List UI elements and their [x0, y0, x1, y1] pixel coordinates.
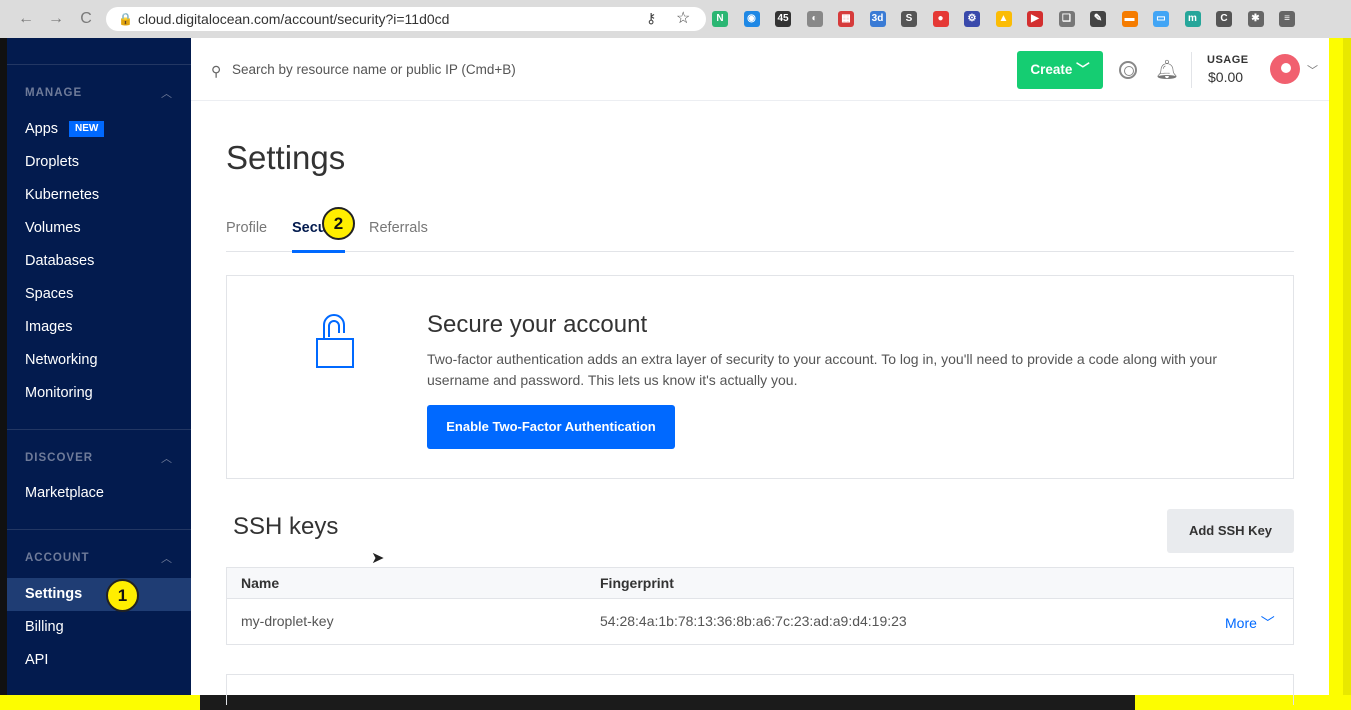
chevron-up-icon[interactable]: ︿ — [161, 550, 172, 566]
extension-icon[interactable]: 45 — [775, 11, 791, 27]
secure-account-card: Secure your account Two-factor authentic… — [226, 275, 1294, 479]
mouse-cursor-icon: ➤ — [371, 550, 385, 567]
extension-icon[interactable]: ● — [932, 11, 949, 27]
extension-icon[interactable]: N — [712, 11, 728, 27]
chevron-down-icon: ﹀ — [1260, 615, 1275, 631]
more-label: More — [1225, 615, 1257, 631]
frame-right-edge-shade — [1343, 38, 1351, 710]
table-header: Name Fingerprint — [227, 568, 1293, 599]
extension-icon[interactable]: 3d — [869, 11, 886, 27]
column-header-name: Name — [241, 575, 280, 591]
extension-icon[interactable]: ≡ — [1279, 11, 1295, 27]
address-bar[interactable]: 🔒 cloud.digitalocean.com/account/securit… — [106, 7, 706, 31]
tab-profile[interactable]: Profile — [226, 220, 267, 236]
extension-icon[interactable]: ❏ — [1058, 11, 1075, 27]
active-tab-indicator — [292, 250, 345, 253]
chevron-down-icon: ﹀ — [1076, 62, 1090, 77]
frame-left-edge — [0, 38, 7, 698]
extension-icon[interactable]: m — [1184, 11, 1201, 27]
sidebar-item-images[interactable]: Images — [25, 319, 73, 335]
lock-icon: 🔒 — [118, 12, 133, 26]
usage-value: $0.00 — [1208, 69, 1244, 85]
main-content: ⚲ Search by resource name or public IP (… — [191, 38, 1329, 705]
enable-2fa-button[interactable]: Enable Two-Factor Authentication — [427, 405, 675, 449]
next-section-card — [226, 674, 1294, 705]
create-button-label: Create — [1030, 62, 1073, 77]
extension-icon[interactable]: ▭ — [1153, 11, 1169, 27]
create-button[interactable]: Create ﹀ — [1017, 51, 1103, 89]
sidebar-item-droplets[interactable]: Droplets — [25, 154, 79, 170]
browser-toolbar: ← → C 🔒 cloud.digitalocean.com/account/s… — [0, 0, 1351, 38]
column-header-fingerprint: Fingerprint — [600, 575, 674, 591]
extension-icon[interactable]: ✎ — [1090, 11, 1106, 27]
sidebar-section-account: ACCOUNT — [25, 552, 90, 564]
ssh-key-name: my-droplet-key — [241, 613, 334, 629]
search-input[interactable]: Search by resource name or public IP (Cm… — [232, 62, 516, 77]
back-icon[interactable]: ← — [16, 9, 36, 29]
header-divider — [1191, 52, 1192, 88]
sidebar-item-apps[interactable]: Apps — [25, 121, 58, 137]
ssh-key-fingerprint: 54:28:4a:1b:78:13:36:8b:a6:7c:23:ad:a9:d… — [600, 613, 907, 629]
extension-icon[interactable]: ▶ — [1027, 11, 1043, 27]
extension-icon[interactable]: ▲ — [995, 11, 1012, 27]
chevron-up-icon[interactable]: ︿ — [161, 450, 172, 466]
ssh-keys-title: SSH keys — [233, 513, 339, 540]
sidebar-item-databases[interactable]: Databases — [25, 253, 94, 269]
chevron-down-icon[interactable]: ﹀ — [1307, 62, 1318, 78]
url-text[interactable]: cloud.digitalocean.com/account/security?… — [138, 11, 449, 27]
add-ssh-key-button[interactable]: Add SSH Key — [1167, 509, 1294, 553]
sidebar-item-marketplace[interactable]: Marketplace — [25, 485, 104, 501]
tab-referrals[interactable]: Referrals — [369, 220, 428, 236]
sidebar-item-api[interactable]: API — [25, 652, 48, 668]
annotation-marker-1: 1 — [106, 579, 139, 612]
sidebar-item-monitoring[interactable]: Monitoring — [25, 385, 93, 401]
key-icon[interactable]: ⚷ — [646, 10, 656, 27]
help-icon[interactable] — [1119, 61, 1137, 79]
usage-label: USAGE — [1207, 54, 1249, 66]
search-icon: ⚲ — [211, 63, 222, 79]
unlocked-padlock-icon — [316, 314, 354, 368]
forward-icon[interactable]: → — [46, 9, 66, 29]
extension-icon[interactable]: ◉ — [743, 11, 760, 27]
sidebar-item-kubernetes[interactable]: Kubernetes — [25, 187, 99, 203]
extension-icon[interactable]: S — [901, 11, 917, 27]
extension-icon[interactable]: ▬ — [1121, 11, 1138, 27]
sidebar-section-discover: DISCOVER — [25, 452, 94, 464]
ssh-keys-table: Name Fingerprint my-droplet-key 54:28:4a… — [226, 567, 1294, 645]
extension-icon[interactable]: ⚙ — [964, 11, 980, 27]
extension-icon[interactable]: ◐ — [806, 11, 823, 27]
chevron-up-icon[interactable]: ︿ — [161, 85, 172, 101]
page-title: Settings — [226, 139, 346, 176]
more-dropdown[interactable]: More ﹀ — [1225, 613, 1275, 633]
sidebar: MANAGE ︿ Apps NEW Droplets Kubernetes Vo… — [7, 38, 191, 695]
top-bar: ⚲ Search by resource name or public IP (… — [191, 38, 1329, 101]
extension-icon[interactable]: ✱ — [1247, 11, 1264, 27]
secure-account-title: Secure your account — [427, 311, 648, 338]
extension-icon[interactable]: ▦ — [838, 11, 854, 27]
sidebar-item-spaces[interactable]: Spaces — [25, 286, 73, 302]
tabs-divider — [226, 251, 1294, 252]
bookmark-star-icon[interactable]: ☆ — [676, 8, 690, 28]
reload-icon[interactable]: C — [76, 9, 96, 29]
sidebar-item-settings[interactable]: Settings — [25, 586, 82, 602]
annotation-marker-2: 2 — [322, 207, 355, 240]
new-badge: NEW — [69, 121, 105, 137]
bell-icon[interactable]: 🔔︎ — [1155, 58, 1179, 82]
secure-account-description: Two-factor authentication adds an extra … — [427, 351, 1217, 388]
sidebar-item-billing[interactable]: Billing — [25, 619, 64, 635]
sidebar-divider — [7, 429, 191, 430]
sidebar-divider — [7, 529, 191, 530]
sidebar-item-networking[interactable]: Networking — [25, 352, 98, 368]
avatar[interactable] — [1270, 54, 1300, 84]
sidebar-item-volumes[interactable]: Volumes — [25, 220, 81, 236]
sidebar-divider — [7, 64, 191, 65]
extension-icon[interactable]: C — [1216, 11, 1232, 27]
sidebar-section-manage: MANAGE — [25, 87, 83, 99]
